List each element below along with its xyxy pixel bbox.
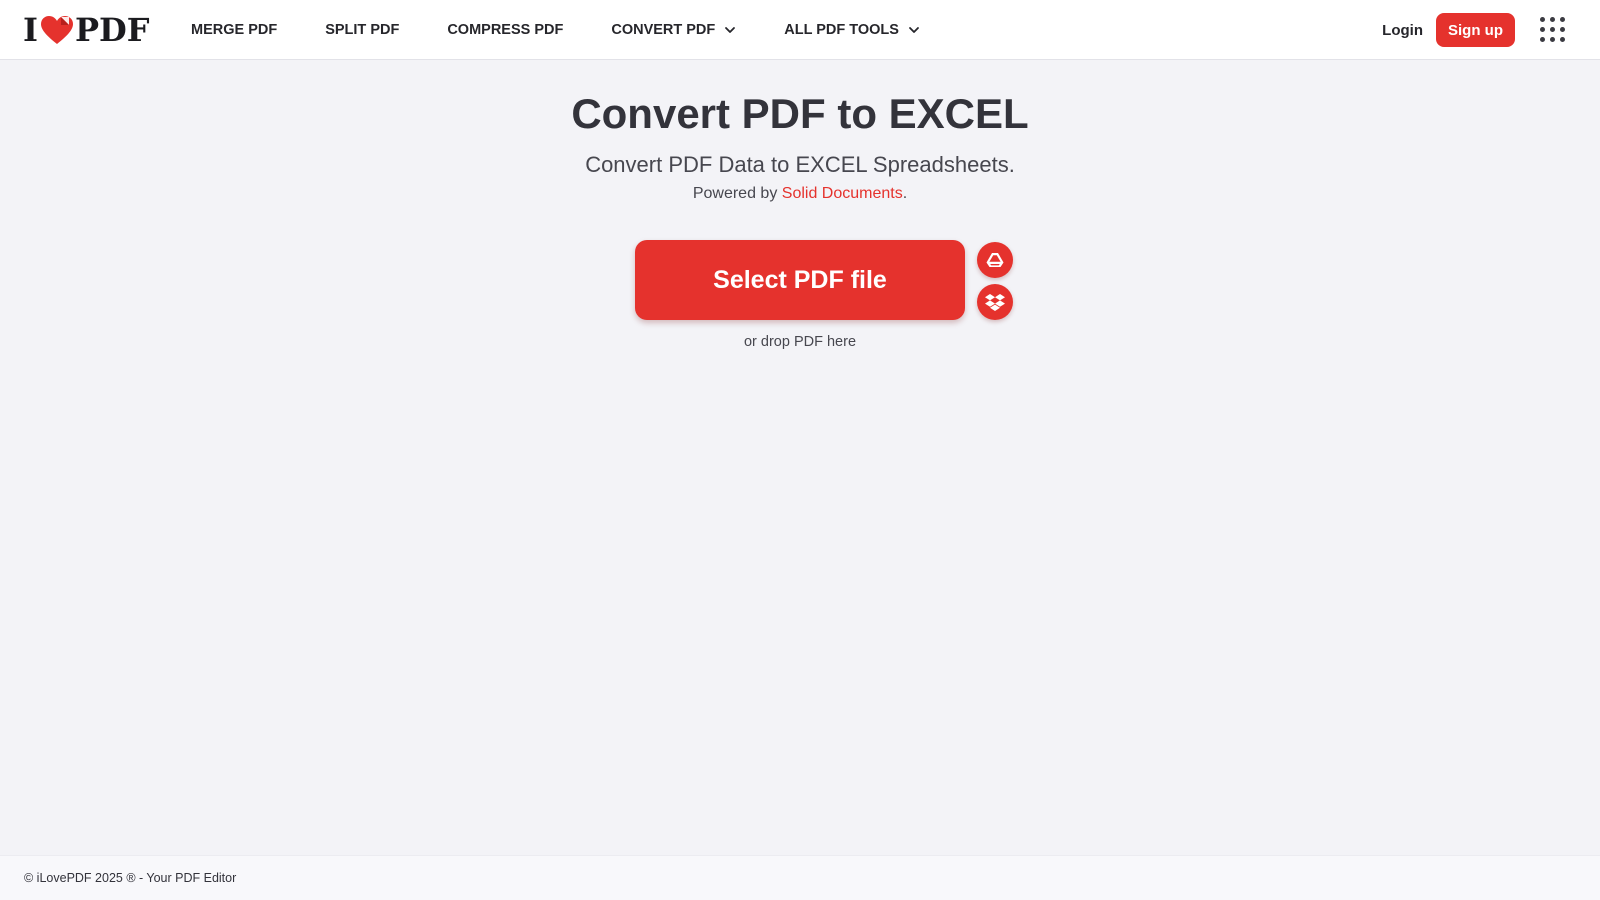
solid-documents-link[interactable]: Solid Documents bbox=[782, 185, 903, 202]
nav-compress-pdf[interactable]: COMPRESS PDF bbox=[447, 22, 563, 38]
top-header: I PDF MERGE PDF SPLIT PDF COMPRESS PDF C… bbox=[0, 0, 1600, 60]
chevron-down-icon bbox=[908, 24, 920, 36]
main-content: Convert PDF to EXCEL Convert PDF Data to… bbox=[0, 60, 1600, 855]
page-subtitle: Convert PDF Data to EXCEL Spreadsheets. bbox=[585, 152, 1015, 177]
google-drive-icon[interactable] bbox=[977, 242, 1013, 278]
nav-merge-pdf[interactable]: MERGE PDF bbox=[191, 22, 277, 38]
header-actions: Login Sign up bbox=[1382, 13, 1565, 47]
nav-split-pdf[interactable]: SPLIT PDF bbox=[325, 22, 399, 38]
powered-by: Powered by Solid Documents. bbox=[0, 185, 1600, 203]
select-pdf-file-button[interactable]: Select PDF file bbox=[635, 240, 965, 320]
ilovepdf-logo[interactable]: I PDF bbox=[23, 11, 150, 49]
logo-text-pdf: PDF bbox=[74, 11, 150, 49]
nav-item-label: SPLIT PDF bbox=[325, 22, 400, 38]
powered-by-prefix: Powered by bbox=[692, 185, 782, 202]
page-title: Convert PDF to EXCEL bbox=[571, 90, 1029, 137]
chevron-down-icon bbox=[724, 24, 736, 36]
nav-all-pdf-tools[interactable]: ALL PDF TOOLS bbox=[784, 22, 920, 38]
login-link[interactable]: Login bbox=[1382, 22, 1423, 39]
nav-item-label: ALL PDF TOOLS bbox=[784, 22, 899, 38]
footer-copyright: © iLovePDF 2025 ® - Your PDF Editor bbox=[24, 871, 237, 885]
nav-item-label: CONVERT PDF bbox=[611, 22, 716, 38]
footer: © iLovePDF 2025 ® - Your PDF Editor bbox=[0, 855, 1600, 900]
main-nav: MERGE PDF SPLIT PDF COMPRESS PDF CONVERT… bbox=[191, 0, 968, 60]
powered-by-suffix: . bbox=[902, 185, 908, 202]
nav-item-label: MERGE PDF bbox=[191, 22, 278, 38]
dropbox-icon[interactable] bbox=[977, 284, 1013, 320]
grid-apps-icon[interactable] bbox=[1540, 17, 1565, 43]
nav-item-label: COMPRESS PDF bbox=[447, 22, 564, 38]
signup-button[interactable]: Sign up bbox=[1436, 13, 1515, 47]
nav-convert-pdf[interactable]: CONVERT PDF bbox=[611, 22, 736, 38]
heart-icon bbox=[39, 14, 75, 46]
drop-hint: or drop PDF here bbox=[743, 334, 857, 350]
logo-text-i: I bbox=[23, 11, 38, 49]
